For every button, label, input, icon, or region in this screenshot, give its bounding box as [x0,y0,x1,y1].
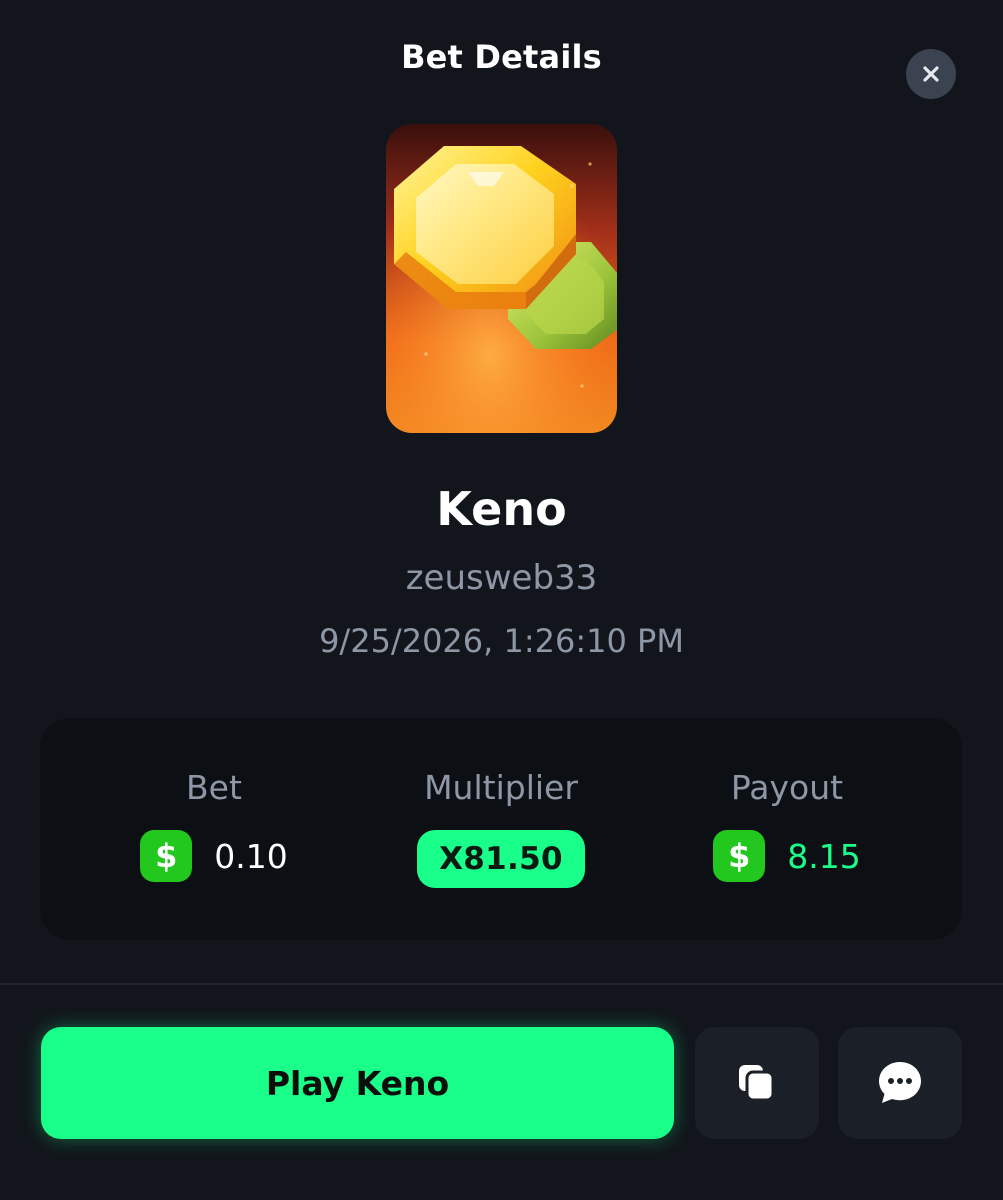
game-thumbnail [386,124,617,433]
chat-icon [879,1062,921,1103]
modal-title: Bet Details [401,38,602,76]
close-icon [923,66,939,82]
bet-stats-card: Bet $ 0.10 Multiplier X81.50 Payout $ 8.… [40,718,962,940]
bet-timestamp: 9/25/2026, 1:26:10 PM [319,622,684,660]
divider [0,983,1003,985]
copy-button[interactable] [695,1027,819,1139]
payout-stat: Payout $ 8.15 [637,718,937,940]
multiplier-badge: X81.50 [417,830,585,888]
close-button[interactable] [906,49,956,99]
multiplier-value-row: X81.50 [351,830,651,888]
game-name: Keno [436,482,567,536]
payout-label: Payout [730,768,844,807]
bet-amount: 0.10 [214,836,288,876]
copy-icon [739,1065,775,1102]
bet-label: Bet [186,768,242,807]
bet-value-row: $ 0.10 [64,830,364,882]
bet-stat: Bet $ 0.10 [64,718,364,940]
play-keno-button[interactable]: Play Keno [41,1027,674,1139]
dollar-icon: $ [140,830,193,882]
multiplier-label: Multiplier [424,768,578,807]
chat-button[interactable] [838,1027,962,1139]
dollar-icon: $ [713,830,766,882]
payout-value-row: $ 8.15 [637,830,937,882]
payout-amount: 8.15 [787,836,861,876]
multiplier-stat: Multiplier X81.50 [351,718,651,940]
keno-gem-artwork [386,124,617,433]
username[interactable]: zeusweb33 [0,558,1003,598]
bet-details-modal: Bet Details Keno zeusweb33 9/25/2026, 1:… [0,0,1003,1200]
